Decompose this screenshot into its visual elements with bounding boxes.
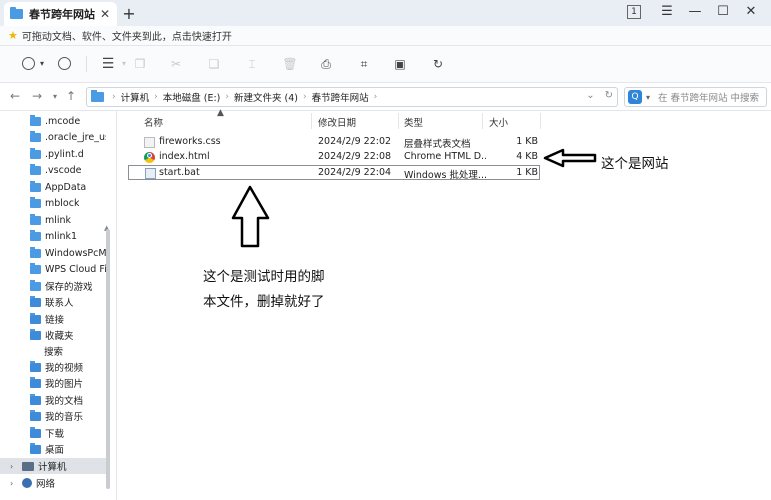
website-annotation: 这个是网站: [601, 156, 669, 172]
script-annotation-line2: 本文件，删掉就好了: [203, 294, 325, 310]
annotation-arrows: [231, 148, 597, 248]
up-arrow-shape: [231, 185, 270, 248]
script-annotation-line1: 这个是测试时用的脚: [203, 269, 325, 285]
left-arrow-shape: [543, 148, 597, 168]
